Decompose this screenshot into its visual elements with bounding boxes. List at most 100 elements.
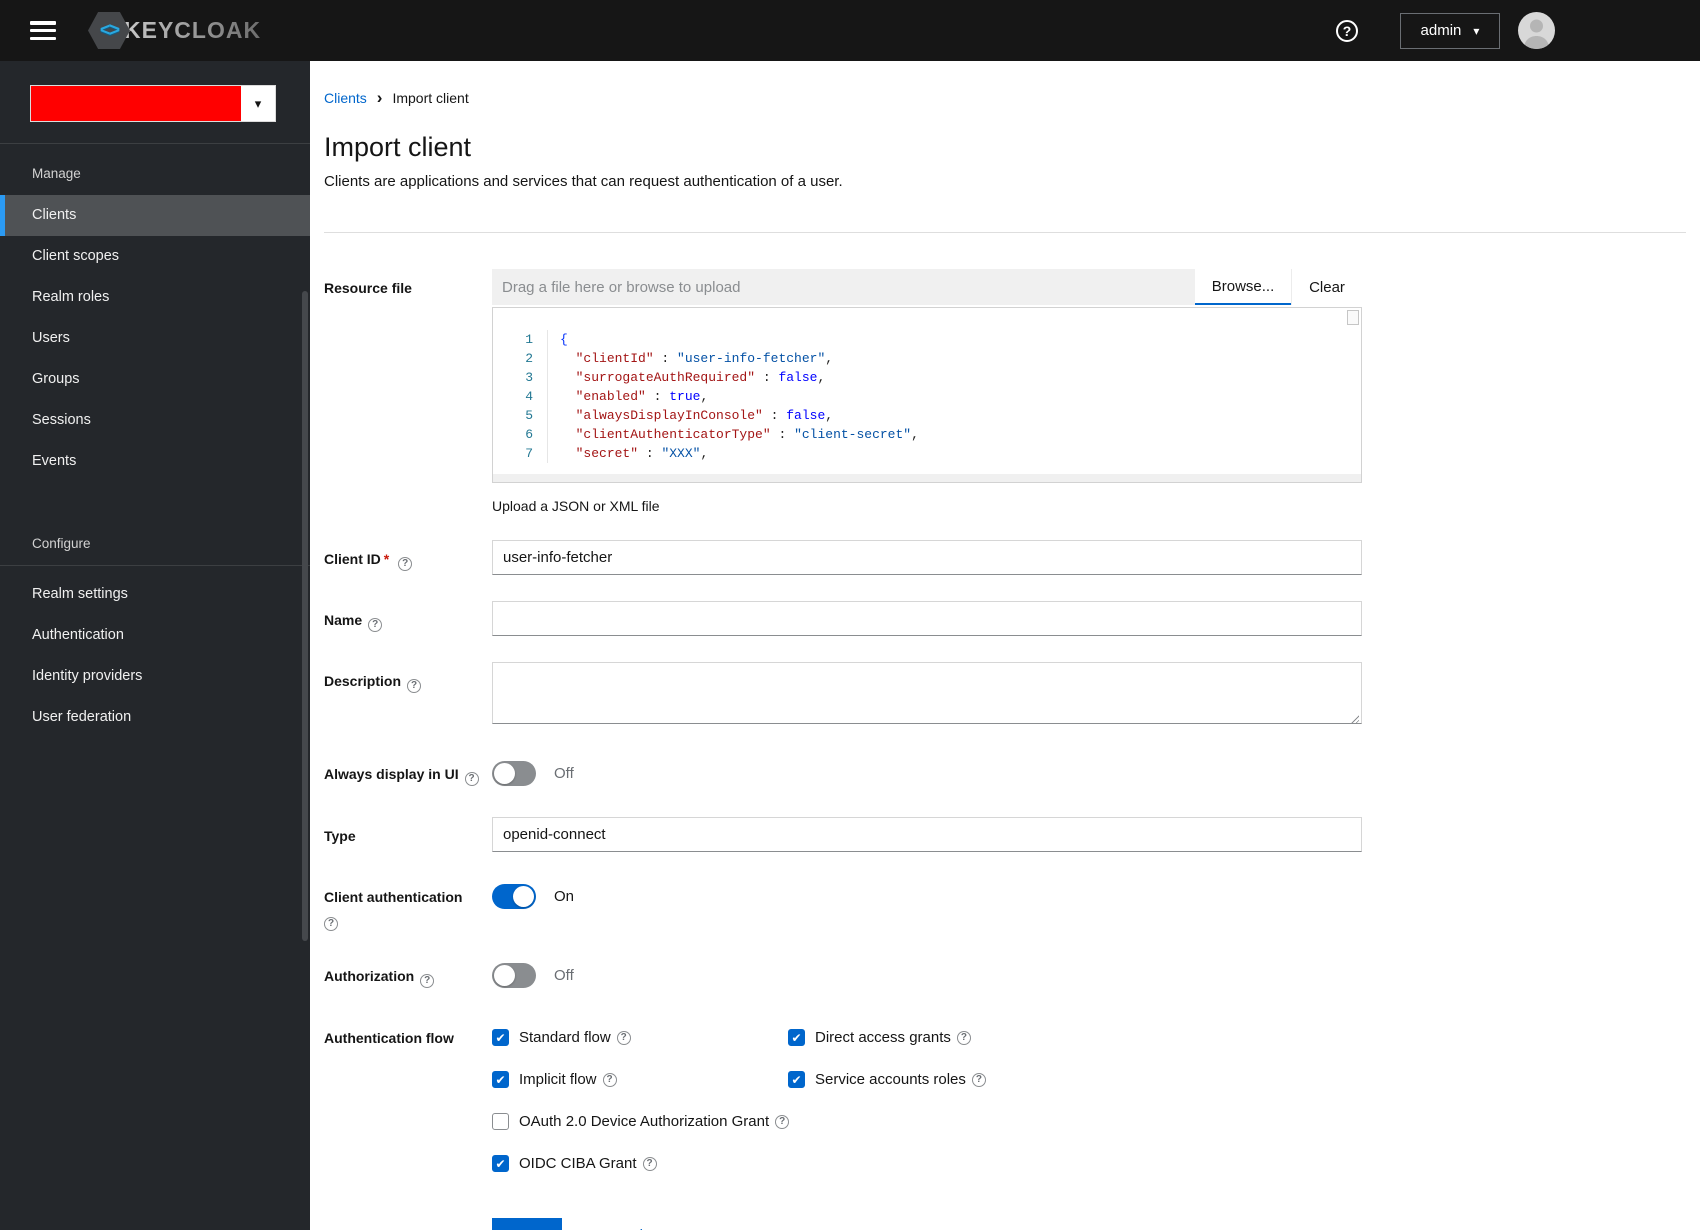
implicit-flow-checkbox[interactable]: ✔ (492, 1071, 509, 1089)
oidc-ciba-grant-option: ✔ OIDC CIBA Grant ? (492, 1155, 1362, 1173)
sidebar-item-authentication[interactable]: Authentication (0, 615, 310, 656)
sidebar: ▾ Manage Clients Client scopes Realm rol… (0, 61, 310, 1230)
code-line: 2 "clientId" : "user-info-fetcher", (493, 349, 1361, 368)
check-icon: ✔ (495, 1030, 506, 1045)
help-icon[interactable]: ? (398, 557, 413, 571)
clear-button[interactable]: Clear (1291, 269, 1362, 305)
code-line: 4 "enabled" : true, (493, 387, 1361, 406)
help-icon[interactable]: ? (602, 1072, 617, 1087)
type-label: Type (324, 828, 356, 844)
code-lines: 1{2 "clientId" : "user-info-fetcher", 3 "… (493, 330, 1361, 463)
code-line: 6 "clientAuthenticatorType" : "client-se… (493, 425, 1361, 444)
oauth-device-grant-checkbox[interactable]: ✔ (492, 1113, 509, 1131)
sidebar-item-client-scopes[interactable]: Client scopes (0, 236, 310, 277)
code-text: "clientId" : "user-info-fetcher", (547, 349, 833, 368)
help-icon[interactable]: ? (324, 917, 338, 932)
code-editor[interactable]: 1{2 "clientId" : "user-info-fetcher", 3 "… (492, 307, 1362, 483)
oauth-device-grant-option: ✔ OAuth 2.0 Device Authorization Grant ? (492, 1113, 1362, 1131)
help-icon[interactable]: ? (420, 974, 435, 989)
authorization-row: Authorization? Off (324, 957, 1686, 993)
help-icon[interactable]: ? (407, 679, 422, 693)
help-icon[interactable]: ? (1336, 19, 1358, 42)
sidebar-item-user-federation[interactable]: User federation (0, 697, 310, 738)
required-asterisk: * (383, 551, 390, 567)
authentication-flow-label: Authentication flow (324, 1030, 454, 1047)
toggle-state-label: Off (554, 966, 574, 984)
service-accounts-roles-option: ✔ Service accounts roles ? (788, 1071, 1362, 1089)
keycloak-logo: <> KEYCLOAK (88, 12, 261, 49)
help-icon[interactable]: ? (775, 1114, 790, 1129)
top-bar: <> KEYCLOAK ? admin ▾ (0, 0, 1700, 61)
service-accounts-roles-checkbox[interactable]: ✔ (788, 1071, 805, 1089)
sidebar-item-sessions[interactable]: Sessions (0, 400, 310, 441)
oidc-ciba-grant-checkbox[interactable]: ✔ (492, 1155, 509, 1173)
sidebar-item-events[interactable]: Events (0, 441, 310, 482)
sidebar-item-realm-settings[interactable]: Realm settings (0, 574, 310, 615)
sidebar-item-clients[interactable]: Clients (0, 195, 310, 236)
sidebar-scrollbar[interactable] (302, 291, 308, 941)
help-icon[interactable]: ? (464, 772, 479, 786)
main-content: Clients › Import client Import client Cl… (310, 61, 1700, 1230)
file-drop-zone[interactable]: Drag a file here or browse to upload (492, 269, 1195, 305)
help-icon[interactable]: ? (971, 1072, 986, 1087)
breadcrumb-separator-icon: › (376, 88, 383, 107)
browse-button[interactable]: Browse... (1195, 269, 1291, 305)
brand-name: KEYCLOAK (124, 17, 262, 43)
type-row: Type (324, 817, 1686, 852)
hamburger-menu-icon[interactable] (30, 21, 56, 40)
line-number: 4 (525, 389, 533, 404)
editor-horizontal-scrollbar[interactable] (493, 474, 1361, 482)
sidebar-item-realm-roles[interactable]: Realm roles (0, 277, 310, 318)
sidebar-item-identity-providers[interactable]: Identity providers (0, 656, 310, 697)
authentication-flow-options: ✔ Standard flow ? ✔ Direct access grants… (492, 1019, 1362, 1173)
code-line: 3 "surrogateAuthRequired" : false, (493, 368, 1361, 387)
type-input[interactable] (492, 817, 1362, 852)
line-number: 5 (525, 408, 533, 423)
help-icon[interactable]: ? (368, 618, 383, 632)
code-text: "alwaysDisplayInConsole" : false, (547, 406, 833, 425)
form-actions: Save Cancel (492, 1218, 1686, 1230)
breadcrumb-current: Import client (392, 89, 469, 106)
avatar[interactable] (1518, 12, 1555, 49)
import-client-form: Resource file Drag a file here or browse… (310, 233, 1700, 1230)
code-line: 7 "secret" : "XXX", (493, 444, 1361, 463)
code-line: 5 "alwaysDisplayInConsole" : false, (493, 406, 1361, 425)
help-icon[interactable]: ? (956, 1030, 971, 1045)
line-number: 7 (525, 446, 533, 461)
user-menu-dropdown[interactable]: admin ▾ (1400, 12, 1500, 49)
always-display-toggle[interactable] (492, 760, 536, 786)
code-line: 1{ (493, 330, 1361, 349)
client-id-row: Client ID *? (324, 540, 1686, 575)
save-button[interactable]: Save (492, 1218, 563, 1230)
description-label: Description? (324, 662, 492, 729)
toggle-state-label: Off (554, 764, 574, 782)
standard-flow-checkbox[interactable]: ✔ (492, 1029, 509, 1047)
check-icon: ✔ (495, 1072, 506, 1087)
checkbox-label: OAuth 2.0 Device Authorization Grant (519, 1113, 770, 1131)
direct-access-grants-option: ✔ Direct access grants ? (788, 1029, 1362, 1047)
chevron-down-icon: ▾ (1473, 23, 1480, 38)
realm-selector[interactable]: ▾ (30, 85, 276, 122)
name-input[interactable] (492, 601, 1362, 636)
direct-access-grants-checkbox[interactable]: ✔ (788, 1029, 805, 1047)
client-id-input[interactable] (492, 540, 1362, 575)
breadcrumb-clients-link[interactable]: Clients (324, 90, 367, 106)
client-authentication-label: Client authentication? (324, 889, 463, 932)
sidebar-item-groups[interactable]: Groups (0, 359, 310, 400)
always-display-label: Always display in UI? (324, 755, 492, 791)
resource-file-row: Resource file Drag a file here or browse… (324, 269, 1686, 514)
authorization-toggle[interactable] (492, 962, 536, 988)
toggle-state-label: On (554, 887, 575, 905)
description-textarea[interactable] (492, 662, 1362, 724)
help-icon[interactable]: ? (642, 1156, 657, 1171)
check-icon: ✔ (791, 1030, 802, 1045)
help-icon[interactable]: ? (616, 1030, 631, 1045)
standard-flow-option: ✔ Standard flow ? (492, 1029, 788, 1047)
sidebar-item-users[interactable]: Users (0, 318, 310, 359)
page-subtitle: Clients are applications and services th… (324, 173, 843, 190)
line-number: 6 (525, 427, 533, 442)
resource-file-label: Resource file (324, 280, 412, 296)
client-authentication-toggle[interactable] (492, 883, 536, 909)
editor-vertical-scrollbar[interactable] (1347, 310, 1359, 325)
chevron-down-icon: ▾ (254, 95, 262, 111)
